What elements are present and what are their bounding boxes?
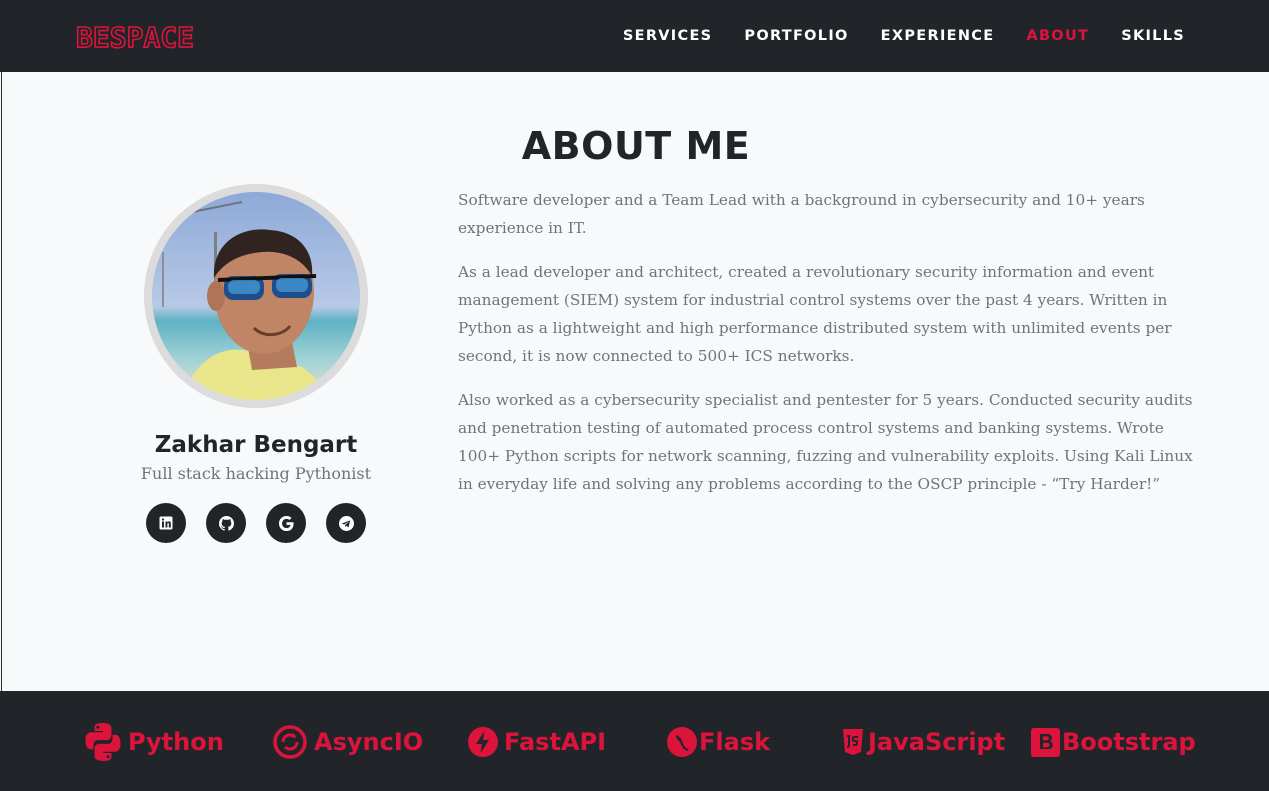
- skill-fastapi: FastAPI: [468, 722, 606, 762]
- skill-label: Bootstrap: [1062, 728, 1196, 756]
- skill-label: AsyncIO: [314, 728, 424, 756]
- nav-link-skills[interactable]: SKILLS: [1121, 28, 1185, 44]
- nav-link-about[interactable]: ABOUT: [1026, 28, 1089, 44]
- nav-link-services[interactable]: SERVICES: [623, 28, 713, 44]
- skill-asyncio: AsyncIO: [272, 722, 423, 762]
- skill-javascript: JavaScript: [842, 722, 1005, 762]
- telegram-icon: [338, 515, 354, 531]
- page-title: ABOUT ME: [521, 124, 751, 168]
- github-link[interactable]: [206, 503, 246, 543]
- linkedin-icon: [159, 516, 173, 530]
- svg-text:BESPACE: BESPACE: [76, 22, 194, 52]
- skills-bar: Python AsyncIO FastAPI Flask JavaScript …: [0, 691, 1269, 791]
- skill-bootstrap: Bootstrap: [1031, 722, 1196, 762]
- nav-menu: SERVICES PORTFOLIO EXPERIENCE ABOUT SKIL…: [591, 0, 1185, 72]
- fastapi-icon: [468, 727, 498, 757]
- skill-label: JavaScript: [868, 728, 1006, 756]
- nav-link-experience[interactable]: EXPERIENCE: [881, 28, 995, 44]
- telegram-link[interactable]: [326, 503, 366, 543]
- bio-paragraph-3: Also worked as a cybersecurity specialis…: [458, 391, 1193, 493]
- skill-label: Flask: [699, 728, 771, 756]
- bio-text: Software developer and a Team Lead with …: [458, 186, 1198, 514]
- nav-link-portfolio[interactable]: PORTFOLIO: [744, 28, 848, 44]
- profile-name: Zakhar Bengart: [154, 432, 358, 458]
- flask-icon: [667, 727, 697, 757]
- skill-label: Python: [128, 728, 224, 756]
- skill-flask: Flask: [667, 722, 770, 762]
- profile-role: Full stack hacking Pythonist: [140, 464, 372, 483]
- google-link[interactable]: [266, 503, 306, 543]
- google-icon: [278, 515, 294, 531]
- navbar: BESPACE SERVICES PORTFOLIO EXPERIENCE AB…: [0, 0, 1269, 72]
- skill-python: Python: [84, 722, 224, 762]
- python-icon: [85, 723, 121, 761]
- bio-paragraph-1: Software developer and a Team Lead with …: [458, 191, 1145, 237]
- github-icon: [218, 515, 234, 531]
- social-links: [102, 503, 410, 543]
- asyncio-icon: [273, 725, 307, 759]
- avatar-photo: [152, 192, 360, 400]
- bio-paragraph-2: As a lead developer and architect, creat…: [458, 263, 1172, 365]
- bootstrap-icon: [1031, 727, 1060, 757]
- skill-label: FastAPI: [504, 728, 607, 756]
- avatar: [144, 184, 368, 408]
- profile-card: Zakhar Bengart Full stack hacking Python…: [102, 184, 410, 543]
- about-section: ABOUT ME Zakhar Bengart Full stack hacki…: [1, 72, 1269, 691]
- brand-logo[interactable]: BESPACE: [76, 22, 218, 52]
- linkedin-link[interactable]: [146, 503, 186, 543]
- javascript-icon: [843, 729, 863, 755]
